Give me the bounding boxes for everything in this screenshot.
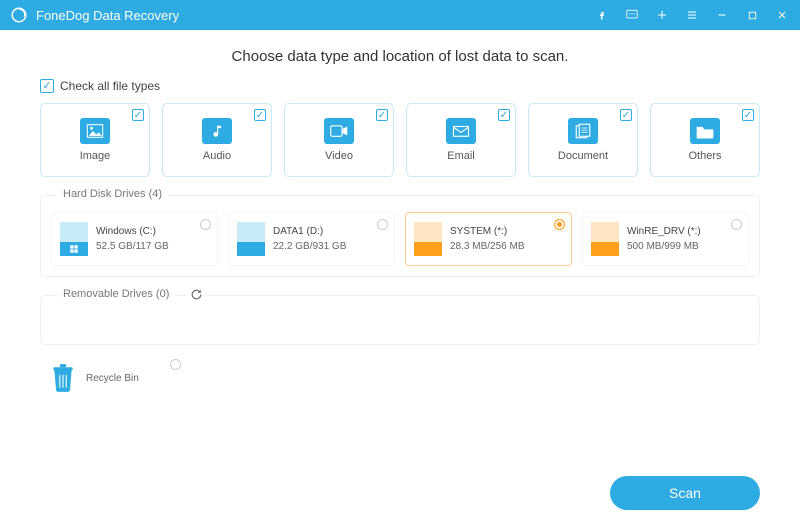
- type-checkbox[interactable]: [498, 109, 510, 121]
- facebook-icon[interactable]: [594, 7, 610, 23]
- drive-icon: [591, 222, 619, 256]
- check-all-row[interactable]: Check all file types: [40, 79, 760, 93]
- titlebar-controls: [594, 7, 790, 23]
- type-label: Video: [325, 150, 353, 162]
- drive-name: SYSTEM (*:): [450, 224, 524, 239]
- type-card-audio[interactable]: Audio: [162, 103, 272, 177]
- drive-radio[interactable]: [377, 219, 388, 230]
- drive-icon: [414, 222, 442, 256]
- drive-radio[interactable]: [731, 219, 742, 230]
- type-label: Audio: [203, 150, 231, 162]
- drive-card-d[interactable]: DATA1 (D:)22.2 GB/931 GB: [228, 212, 395, 266]
- folder-icon: [690, 118, 720, 144]
- type-label: Document: [558, 150, 608, 162]
- app-title: FoneDog Data Recovery: [36, 8, 594, 23]
- removable-section: Removable Drives (0): [40, 295, 760, 345]
- type-label: Others: [688, 150, 721, 162]
- hdd-grid: Windows (C:)52.5 GB/117 GB DATA1 (D:)22.…: [51, 212, 749, 266]
- check-all-checkbox[interactable]: [40, 79, 54, 93]
- drive-radio[interactable]: [200, 219, 211, 230]
- type-label: Email: [447, 150, 475, 162]
- type-checkbox[interactable]: [376, 109, 388, 121]
- type-label: Image: [80, 150, 111, 162]
- type-checkbox[interactable]: [254, 109, 266, 121]
- drive-name: WinRE_DRV (*:): [627, 224, 701, 239]
- drive-size: 28.3 MB/256 MB: [450, 239, 524, 254]
- drive-icon: [60, 222, 88, 256]
- video-icon: [324, 118, 354, 144]
- type-checkbox[interactable]: [132, 109, 144, 121]
- maximize-icon[interactable]: [744, 7, 760, 23]
- type-card-video[interactable]: Video: [284, 103, 394, 177]
- drive-radio[interactable]: [554, 219, 565, 230]
- app-logo-icon: [10, 6, 28, 24]
- drive-name: DATA1 (D:): [273, 224, 346, 239]
- drive-size: 500 MB/999 MB: [627, 239, 701, 254]
- document-icon: [568, 118, 598, 144]
- drive-card-winre[interactable]: WinRE_DRV (*:)500 MB/999 MB: [582, 212, 749, 266]
- hdd-section: Hard Disk Drives (4) Windows (C:)52.5 GB…: [40, 195, 760, 277]
- feedback-icon[interactable]: [624, 7, 640, 23]
- recycle-radio[interactable]: [170, 359, 181, 370]
- recycle-bin-icon: [50, 363, 76, 393]
- drive-icon: [237, 222, 265, 256]
- hdd-section-title: Hard Disk Drives (4): [57, 188, 168, 200]
- drive-card-system[interactable]: SYSTEM (*:)28.3 MB/256 MB: [405, 212, 572, 266]
- drive-name: Windows (C:): [96, 224, 169, 239]
- plus-icon[interactable]: [654, 7, 670, 23]
- drive-size: 22.2 GB/931 GB: [273, 239, 346, 254]
- drive-card-c[interactable]: Windows (C:)52.5 GB/117 GB: [51, 212, 218, 266]
- page-heading: Choose data type and location of lost da…: [40, 48, 760, 65]
- image-icon: [80, 118, 110, 144]
- email-icon: [446, 118, 476, 144]
- recycle-bin-label: Recycle Bin: [86, 373, 760, 384]
- audio-icon: [202, 118, 232, 144]
- type-checkbox[interactable]: [620, 109, 632, 121]
- file-type-grid: Image Audio Video Email Document Others: [40, 103, 760, 177]
- type-card-email[interactable]: Email: [406, 103, 516, 177]
- type-checkbox[interactable]: [742, 109, 754, 121]
- minimize-icon[interactable]: [714, 7, 730, 23]
- menu-icon[interactable]: [684, 7, 700, 23]
- recycle-bin-row[interactable]: Recycle Bin: [50, 363, 760, 393]
- type-card-others[interactable]: Others: [650, 103, 760, 177]
- drive-size: 52.5 GB/117 GB: [96, 239, 169, 254]
- titlebar: FoneDog Data Recovery: [0, 0, 800, 30]
- scan-button[interactable]: Scan: [610, 476, 760, 510]
- removable-section-title: Removable Drives (0): [57, 288, 175, 300]
- close-icon[interactable]: [774, 7, 790, 23]
- refresh-icon[interactable]: [186, 288, 207, 306]
- type-card-image[interactable]: Image: [40, 103, 150, 177]
- check-all-label: Check all file types: [60, 79, 160, 93]
- type-card-document[interactable]: Document: [528, 103, 638, 177]
